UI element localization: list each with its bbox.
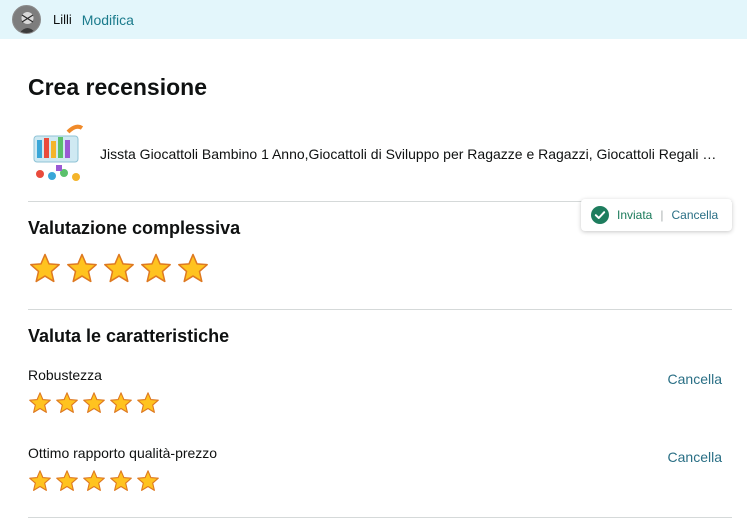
product-summary: Jissta Giocattoli Bambino 1 Anno,Giocatt… <box>28 122 728 186</box>
feature-label-robustezza: Robustezza <box>28 367 102 383</box>
divider <box>28 309 732 310</box>
star-icon[interactable] <box>176 252 210 285</box>
star-icon[interactable] <box>136 469 160 493</box>
toast-cancel-link[interactable]: Cancella <box>671 208 718 222</box>
feature-label-value: Ottimo rapporto qualità-prezzo <box>28 445 218 461</box>
star-icon[interactable] <box>109 391 133 415</box>
star-icon[interactable] <box>28 469 52 493</box>
star-icon[interactable] <box>109 469 133 493</box>
check-circle-icon <box>591 206 609 224</box>
star-icon[interactable] <box>28 252 62 285</box>
avatar[interactable] <box>12 5 41 34</box>
toast-separator: | <box>660 208 664 222</box>
profile-bar: Lilli Modifica <box>0 0 747 39</box>
star-icon[interactable] <box>82 391 106 415</box>
edit-profile-link[interactable]: Modifica <box>82 12 134 28</box>
star-icon[interactable] <box>136 391 160 415</box>
feature-cancel-value[interactable]: Cancella <box>668 449 722 465</box>
feature-stars-robustezza <box>28 391 163 415</box>
submitted-status: Inviata <box>617 208 653 222</box>
features-title: Valuta le caratteristiche <box>28 326 230 346</box>
page-title: Crea recensione <box>28 74 207 100</box>
feature-stars-value <box>28 469 163 493</box>
star-icon[interactable] <box>82 469 106 493</box>
star-icon[interactable] <box>55 391 79 415</box>
star-icon[interactable] <box>102 252 136 285</box>
star-icon[interactable] <box>139 252 173 285</box>
feature-cancel-robustezza[interactable]: Cancella <box>668 371 722 387</box>
star-icon[interactable] <box>55 469 79 493</box>
divider <box>28 517 732 518</box>
star-icon[interactable] <box>65 252 99 285</box>
overall-rating-title: Valutazione complessiva <box>28 218 241 238</box>
product-title: Jissta Giocattoli Bambino 1 Anno,Giocatt… <box>100 146 722 162</box>
overall-rating-stars <box>28 252 213 285</box>
username: Lilli <box>53 12 72 27</box>
product-image <box>28 122 88 186</box>
submitted-toast: Inviata | Cancella <box>581 199 732 231</box>
star-icon[interactable] <box>28 391 52 415</box>
